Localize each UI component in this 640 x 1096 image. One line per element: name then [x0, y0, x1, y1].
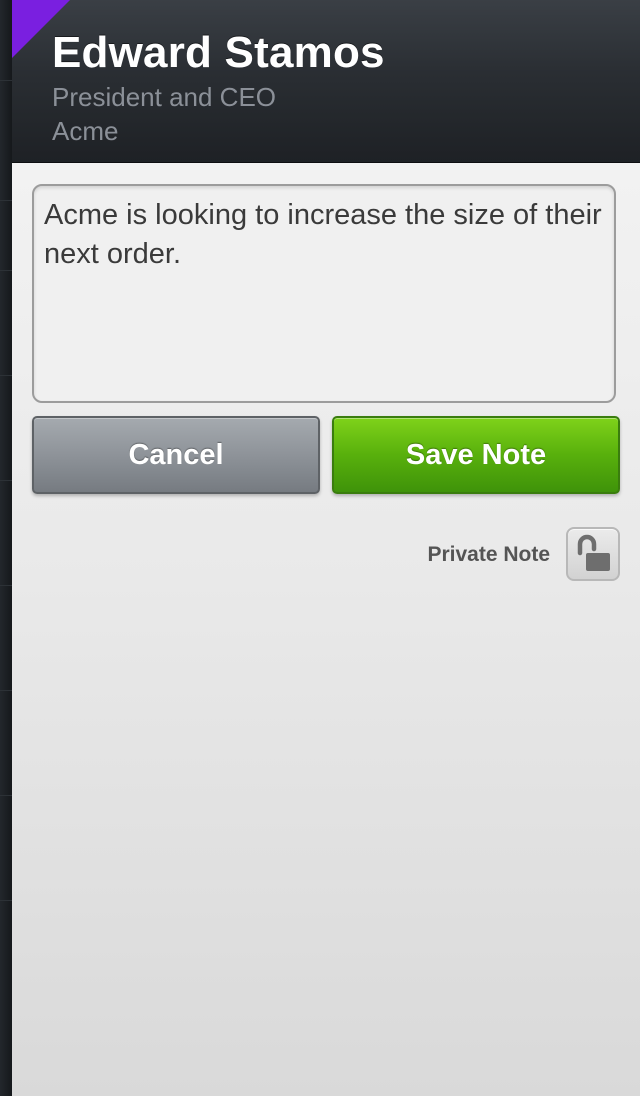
note-textarea[interactable]: Acme is looking to increase the size of …	[32, 184, 616, 403]
unlocked-padlock-icon	[577, 534, 610, 571]
contact-company: Acme	[52, 116, 119, 146]
cancel-button[interactable]: Cancel	[32, 416, 320, 494]
private-note-toggle[interactable]	[566, 527, 620, 581]
save-note-button[interactable]: Save Note	[332, 416, 620, 494]
contact-name: Edward Stamos	[52, 28, 385, 77]
note-panel: Acme is looking to increase the size of …	[12, 163, 640, 1096]
contact-title: President and CEO	[52, 82, 277, 112]
private-note-label: Private Note	[427, 543, 550, 566]
background-list-edge	[0, 0, 12, 1096]
contact-header: Edward Stamos President and CEO Acme	[12, 0, 640, 163]
